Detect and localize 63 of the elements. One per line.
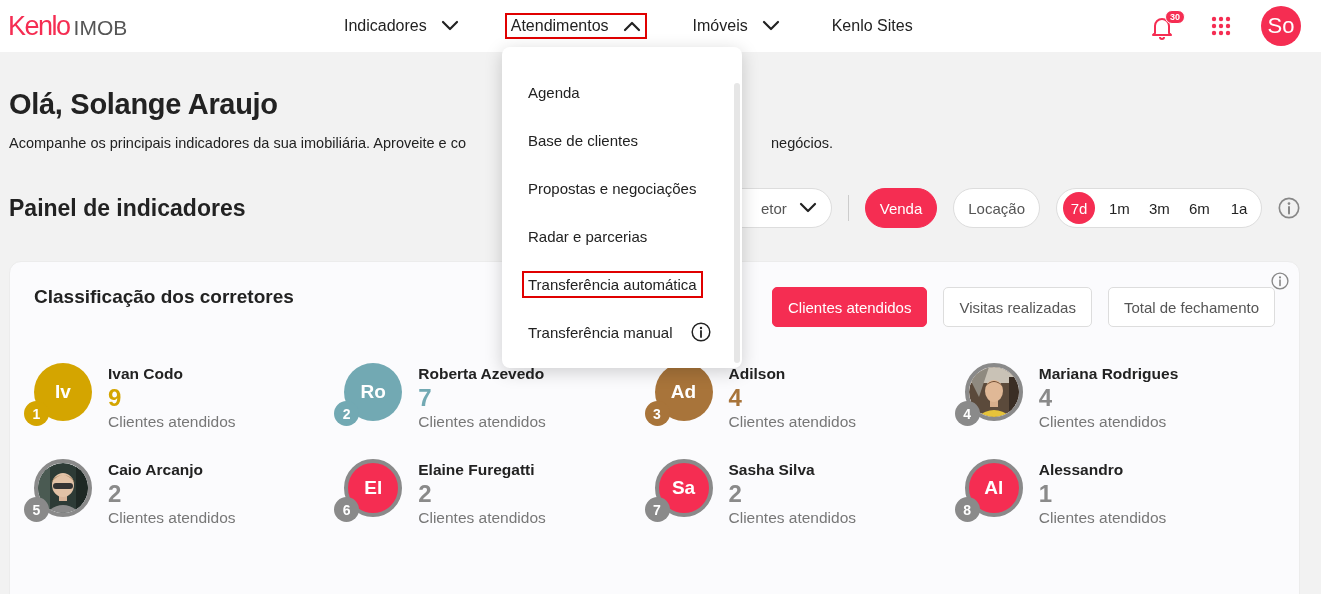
menu-item[interactable]: Radar e parcerias xyxy=(522,222,654,250)
subtitle-text: negócios. xyxy=(771,135,834,151)
broker-count: 1 xyxy=(1038,479,1054,509)
broker-count: 9 xyxy=(108,383,123,413)
rank-badge: 8 xyxy=(954,497,980,522)
rank-badge: 4 xyxy=(954,401,980,426)
user-avatar[interactable]: So xyxy=(1261,6,1301,46)
broker-name: Ivan Codo xyxy=(108,365,184,383)
greeting: Olá, Solange Araujo xyxy=(9,88,278,121)
period-option[interactable]: 3m xyxy=(1143,192,1175,224)
count-caption: Clientes atendidos xyxy=(1038,413,1168,431)
broker-name: Alessandro xyxy=(1038,461,1125,479)
broker-name: Roberta Azevedo xyxy=(418,365,546,383)
subtitle-text: Acompanhe os principais indicadores da sua imobiliária. Aproveite e co xyxy=(9,135,466,151)
menu-item[interactable]: Base de clientes xyxy=(522,126,645,154)
broker-count: 4 xyxy=(728,383,743,413)
business-toggle[interactable]: Venda xyxy=(864,188,938,228)
count-caption: Clientes atendidos xyxy=(108,509,236,527)
nav-item[interactable]: Imóveis xyxy=(686,13,786,39)
count-caption: Clientes atendidos xyxy=(418,413,546,431)
broker-name: Elaine Furegatti xyxy=(418,461,536,479)
count-caption: Clientes atendidos xyxy=(108,413,236,431)
broker-count: 2 xyxy=(728,479,743,509)
rank-badge: 6 xyxy=(334,497,360,522)
nav-item[interactable]: Indicadores xyxy=(338,13,465,39)
rank-badge: 7 xyxy=(644,497,670,522)
notification-count: 30 xyxy=(1165,10,1185,24)
metric-toggle[interactable]: Total de fechamento xyxy=(1107,287,1275,327)
rank-badge: 3 xyxy=(644,401,670,426)
broker-name: Adilson xyxy=(728,365,787,383)
broker-name: Caio Arcanjo xyxy=(108,461,205,479)
metric-toggle[interactable]: Visitas realizadas xyxy=(943,287,1092,327)
menu-item[interactable]: Transferência manual xyxy=(522,318,679,346)
broker-name: Mariana Rodrigues xyxy=(1038,365,1179,383)
broker-count: 2 xyxy=(418,479,433,509)
period-option[interactable]: 7d xyxy=(1063,192,1095,224)
menu-item[interactable]: Transferência automática xyxy=(522,270,703,298)
period-option[interactable]: 6m xyxy=(1183,192,1215,224)
broker-count: 2 xyxy=(108,479,123,509)
business-toggle[interactable]: Locação xyxy=(953,188,1040,228)
logo-brand: Kenlo xyxy=(8,10,70,42)
rank-badge: 1 xyxy=(24,401,49,426)
count-caption: Clientes atendidos xyxy=(1038,509,1167,527)
period-option[interactable]: 1a xyxy=(1223,192,1255,224)
broker-name: Sasha Silva xyxy=(728,461,816,479)
count-caption: Clientes atendidos xyxy=(418,509,546,527)
nav-item[interactable]: Kenlo Sites xyxy=(825,13,919,39)
metric-toggle[interactable]: Clientes atendidos xyxy=(772,287,928,327)
nav-item[interactable]: Atendimentos xyxy=(504,13,647,39)
broker-count: 4 xyxy=(1038,383,1054,413)
panel-title: Painel de indicadores xyxy=(9,194,246,222)
info-icon[interactable] xyxy=(690,322,711,342)
apps-grid-icon[interactable] xyxy=(1211,16,1231,36)
card-title: Classificação dos corretores xyxy=(34,286,294,308)
broker-count: 7 xyxy=(418,383,433,413)
logo-product: IMOB xyxy=(73,15,128,40)
rank-badge: 2 xyxy=(334,401,360,426)
chevron-down-icon xyxy=(798,202,817,214)
period-option[interactable]: 1m xyxy=(1103,192,1135,224)
count-caption: Clientes atendidos xyxy=(728,509,857,527)
count-caption: Clientes atendidos xyxy=(728,413,857,431)
rank-badge: 5 xyxy=(24,497,49,522)
menu-item[interactable]: Agenda xyxy=(522,78,586,106)
